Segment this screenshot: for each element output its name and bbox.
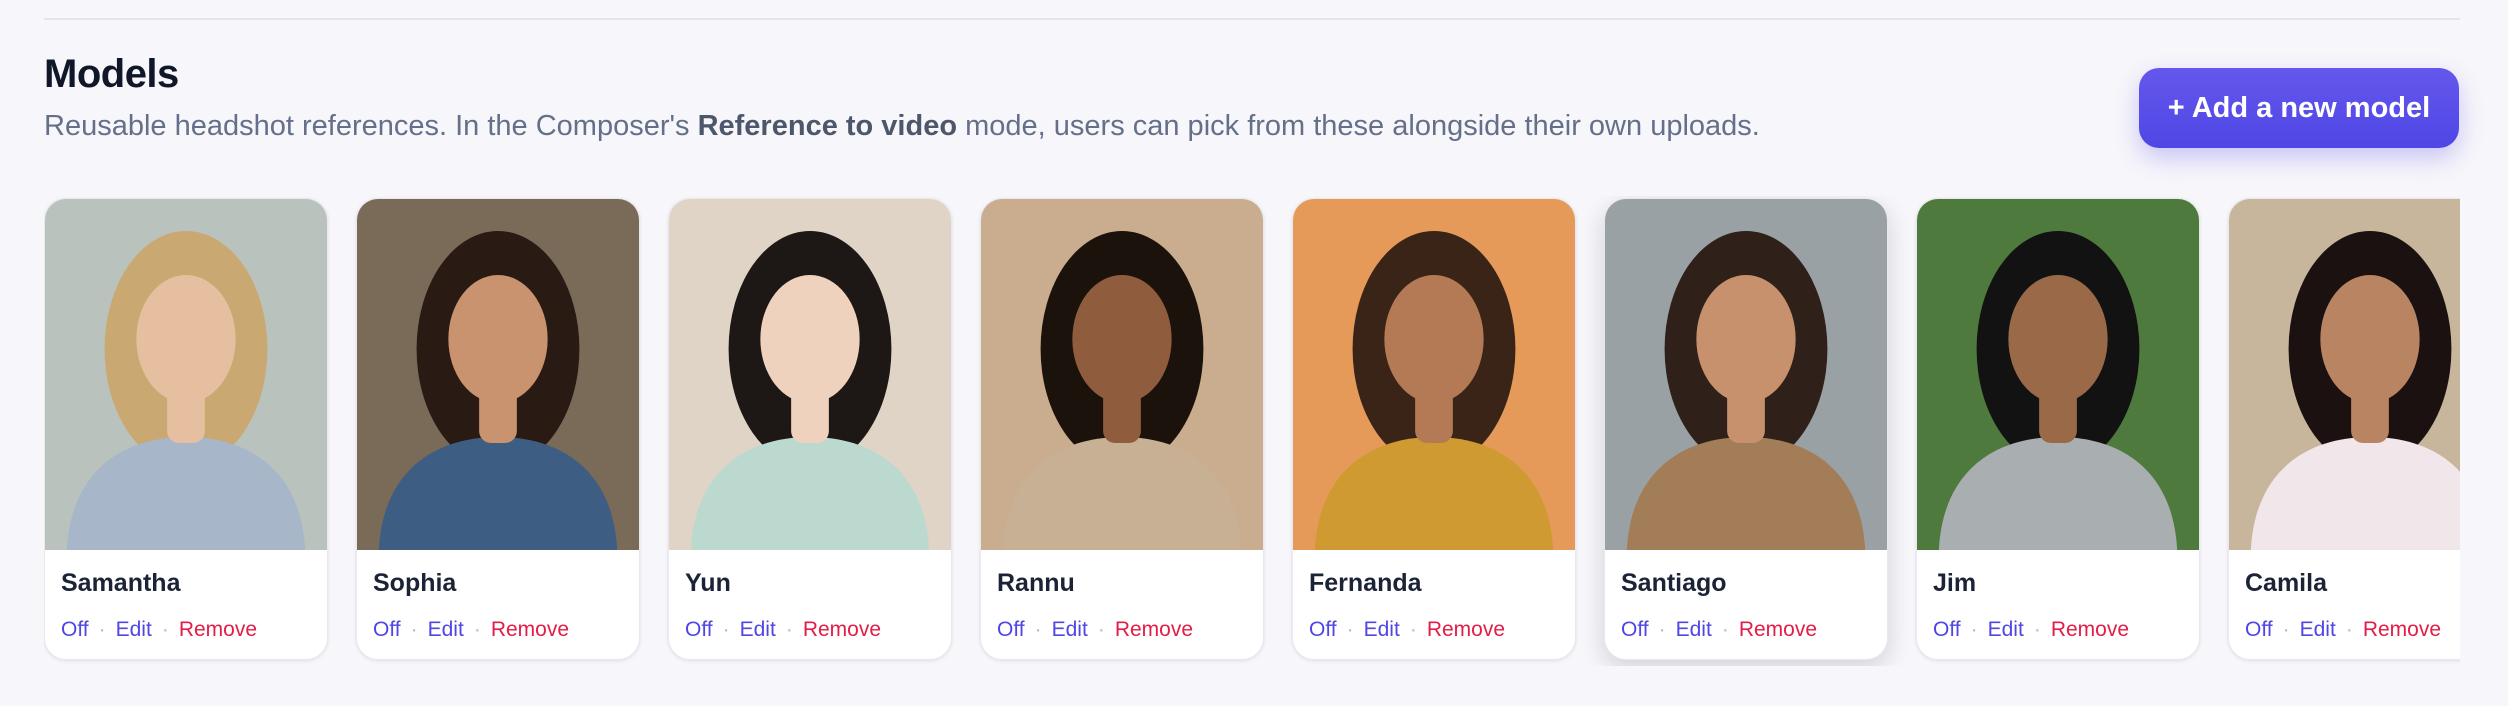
model-actions: Off · Edit · Remove [1309, 618, 1505, 642]
separator-dot: · [785, 618, 793, 641]
headshot-image [1917, 199, 2199, 550]
edit-link[interactable]: Edit [1988, 618, 2024, 641]
model-card[interactable]: Fernanda Off · Edit · Remove [1292, 198, 1576, 660]
section-subtitle: Reusable headshot references. In the Com… [44, 110, 1760, 143]
subtitle-emphasis: Reference to video [697, 110, 958, 142]
headshot-image [2229, 199, 2460, 550]
separator-dot: · [1097, 618, 1105, 641]
toggle-off-link[interactable]: Off [1933, 618, 1961, 641]
toggle-off-link[interactable]: Off [61, 618, 89, 641]
headshot-image [357, 199, 639, 550]
model-name: Sophia [373, 569, 457, 597]
model-card[interactable]: Jim Off · Edit · Remove [1916, 198, 2200, 660]
edit-link[interactable]: Edit [2300, 618, 2336, 641]
remove-link[interactable]: Remove [1427, 618, 1505, 641]
edit-link[interactable]: Edit [740, 618, 776, 641]
section-divider [44, 18, 2460, 20]
separator-dot: · [1658, 618, 1666, 641]
toggle-off-link[interactable]: Off [373, 618, 401, 641]
separator-dot: · [722, 618, 730, 641]
separator-dot: · [2282, 618, 2290, 641]
toggle-off-link[interactable]: Off [685, 618, 713, 641]
separator-dot: · [1409, 618, 1417, 641]
model-card[interactable]: Santiago Off · Edit · Remove [1604, 198, 1888, 660]
models-carousel[interactable]: Samantha Off · Edit · Remove Sophia Off · Edit · Re… [44, 196, 2460, 666]
edit-link[interactable]: Edit [428, 618, 464, 641]
model-name: Santiago [1621, 569, 1727, 597]
model-card[interactable]: Sophia Off · Edit · Remove [356, 198, 640, 660]
separator-dot: · [410, 618, 418, 641]
remove-link[interactable]: Remove [179, 618, 257, 641]
headshot-image [669, 199, 951, 550]
model-card[interactable]: Camila Off · Edit · Remove [2228, 198, 2460, 660]
model-actions: Off · Edit · Remove [1933, 618, 2129, 642]
separator-dot: · [1970, 618, 1978, 641]
toggle-off-link[interactable]: Off [2245, 618, 2273, 641]
separator-dot: · [161, 618, 169, 641]
model-actions: Off · Edit · Remove [997, 618, 1193, 642]
model-name: Fernanda [1309, 569, 1422, 597]
model-actions: Off · Edit · Remove [373, 618, 569, 642]
headshot-image [1605, 199, 1887, 550]
remove-link[interactable]: Remove [491, 618, 569, 641]
remove-link[interactable]: Remove [2363, 618, 2441, 641]
headshot-image [45, 199, 327, 550]
model-name: Jim [1933, 569, 1977, 597]
model-card[interactable]: Yun Off · Edit · Remove [668, 198, 952, 660]
edit-link[interactable]: Edit [1364, 618, 1400, 641]
separator-dot: · [473, 618, 481, 641]
model-card[interactable]: Rannu Off · Edit · Remove [980, 198, 1264, 660]
model-name: Rannu [997, 569, 1075, 597]
toggle-off-link[interactable]: Off [997, 618, 1025, 641]
toggle-off-link[interactable]: Off [1309, 618, 1337, 641]
add-new-model-button[interactable]: + Add a new model [2139, 68, 2459, 148]
toggle-off-link[interactable]: Off [1621, 618, 1649, 641]
edit-link[interactable]: Edit [116, 618, 152, 641]
model-actions: Off · Edit · Remove [685, 618, 881, 642]
subtitle-text-end: mode, users can pick from these alongsid… [957, 110, 1760, 142]
subtitle-text: Reusable headshot references. In the Com… [44, 110, 698, 142]
model-name: Samantha [61, 569, 181, 597]
separator-dot: · [98, 618, 106, 641]
edit-link[interactable]: Edit [1676, 618, 1712, 641]
model-name: Yun [685, 569, 731, 597]
remove-link[interactable]: Remove [1739, 618, 1817, 641]
headshot-image [981, 199, 1263, 550]
model-name: Camila [2245, 569, 2327, 597]
separator-dot: · [1721, 618, 1729, 641]
separator-dot: · [2345, 618, 2353, 641]
remove-link[interactable]: Remove [803, 618, 881, 641]
model-actions: Off · Edit · Remove [2245, 618, 2441, 642]
section-title: Models [44, 52, 179, 96]
headshot-image [1293, 199, 1575, 550]
remove-link[interactable]: Remove [1115, 618, 1193, 641]
model-actions: Off · Edit · Remove [61, 618, 257, 642]
separator-dot: · [1034, 618, 1042, 641]
separator-dot: · [2033, 618, 2041, 641]
remove-link[interactable]: Remove [2051, 618, 2129, 641]
separator-dot: · [1346, 618, 1354, 641]
model-actions: Off · Edit · Remove [1621, 618, 1817, 642]
model-card[interactable]: Samantha Off · Edit · Remove [44, 198, 328, 660]
edit-link[interactable]: Edit [1052, 618, 1088, 641]
